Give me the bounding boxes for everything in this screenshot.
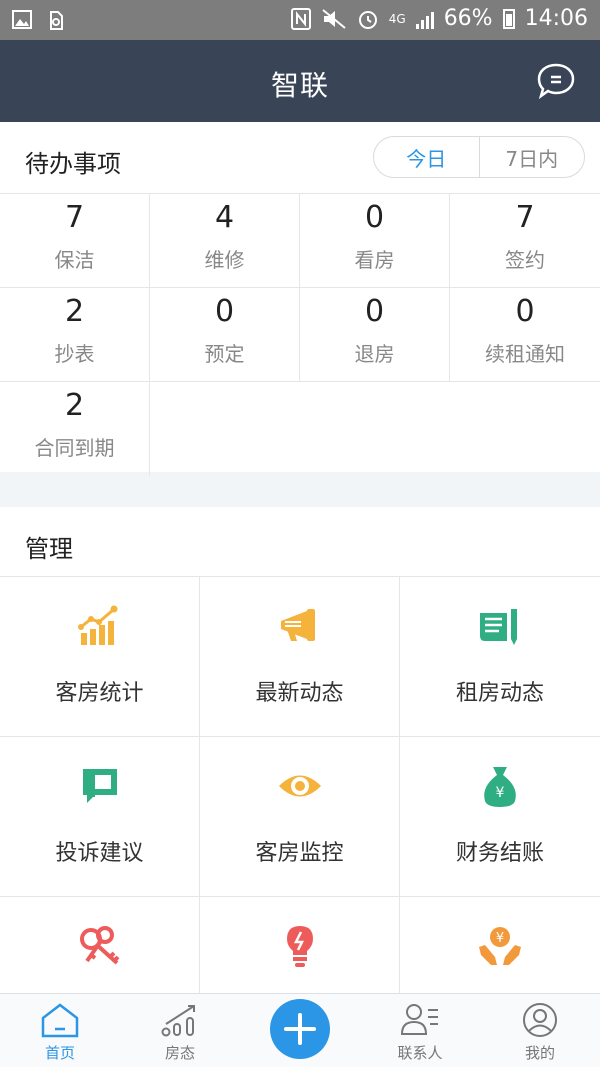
battery-icon: [502, 8, 515, 29]
date-range-toggle: 今日 7日内: [373, 136, 585, 178]
gallery-notification-icon: [12, 9, 32, 31]
tab-home[interactable]: 首页: [20, 994, 100, 1067]
todo-label: 维修: [204, 248, 245, 272]
yen-hands-icon: ¥: [479, 927, 521, 965]
todo-label: 签约: [505, 248, 545, 272]
battery-percent: 66%: [443, 6, 493, 31]
manage-item-finance[interactable]: ¥ 财务结账: [400, 737, 600, 897]
manage-item-room-stats[interactable]: 客房统计: [0, 577, 200, 737]
manage-item-label: 客房监控: [255, 841, 344, 866]
todo-count: 4: [214, 200, 235, 235]
signal-icon: [415, 9, 434, 29]
money-bag-icon: ¥: [484, 767, 516, 807]
tab-label: 我的: [524, 1044, 555, 1062]
todo-item-cleaning[interactable]: 7 保洁: [0, 194, 150, 288]
todo-item-renewal-notice[interactable]: 0 续租通知: [450, 288, 600, 382]
manage-item-lighting[interactable]: [200, 897, 400, 993]
todo-item-contract-expiry[interactable]: 2 合同到期: [0, 382, 150, 476]
manage-title: 管理: [25, 535, 73, 563]
todo-item-checkout[interactable]: 0 退房: [300, 288, 450, 382]
manage-item-label: 客房统计: [55, 681, 144, 706]
todo-label: 退房: [354, 342, 395, 366]
todo-count: 2: [64, 388, 85, 423]
todo-panel: 待办事项 今日 7日内 7 保洁 4 维修 0 看房 7 签约 2 抄表 0 预…: [0, 122, 600, 476]
manage-item-payments[interactable]: ¥: [400, 897, 600, 993]
todo-label: 预定: [204, 342, 245, 366]
tab-room-status[interactable]: 房态: [140, 994, 220, 1067]
svg-text:¥: ¥: [496, 931, 504, 946]
page-title: 智联: [270, 69, 329, 102]
tab-mine[interactable]: 我的: [500, 994, 580, 1067]
todo-label: 看房: [354, 248, 395, 272]
todo-count: 2: [64, 294, 85, 329]
manage-item-room-monitor[interactable]: 客房监控: [200, 737, 400, 897]
eye-icon: [279, 775, 321, 797]
todo-count: 0: [364, 200, 385, 235]
chat-bubble-icon: [537, 63, 575, 100]
app-header: 智联: [0, 40, 600, 122]
todo-label: 抄表: [54, 342, 95, 366]
room-status-icon: [161, 1005, 195, 1037]
tab-contacts[interactable]: 联系人: [380, 994, 460, 1067]
recycle-notification-icon: [46, 9, 66, 31]
manage-item-latest-news[interactable]: 最新动态: [200, 577, 400, 737]
mute-icon: [322, 8, 346, 29]
todo-item-signing[interactable]: 7 签约: [450, 194, 600, 288]
tab-label: 联系人: [397, 1044, 443, 1062]
manage-item-label: 租房动态: [455, 681, 544, 706]
tab-label: 首页: [44, 1044, 75, 1062]
tab-label: 房态: [164, 1044, 195, 1062]
status-bar: 4G 66% 14:06: [0, 0, 600, 40]
todo-count: 7: [515, 200, 535, 235]
manage-item-complaints[interactable]: 投诉建议: [0, 737, 200, 897]
todo-item-meter-reading[interactable]: 2 抄表: [0, 288, 150, 382]
todo-count: 0: [515, 294, 535, 329]
message-button[interactable]: [536, 62, 576, 100]
profile-icon: [523, 1003, 557, 1037]
alarm-icon: [358, 10, 377, 29]
todo-title: 待办事项: [25, 150, 121, 178]
todo-count: 7: [64, 200, 85, 235]
todo-item-repair[interactable]: 4 维修: [150, 194, 300, 288]
tab-today[interactable]: 今日: [374, 137, 480, 177]
todo-header: 待办事项 今日 7日内: [0, 122, 600, 194]
todo-label: 保洁: [54, 248, 95, 272]
feedback-icon: [83, 769, 117, 803]
lightbulb-icon: [287, 926, 313, 967]
document-pen-icon: [480, 609, 517, 645]
tab-7days[interactable]: 7日内: [480, 137, 585, 177]
todo-label: 合同到期: [34, 436, 115, 460]
manage-item-keys[interactable]: [0, 897, 200, 993]
todo-count: 0: [214, 294, 235, 329]
svg-text:¥: ¥: [496, 785, 505, 801]
manage-item-label: 最新动态: [255, 681, 344, 706]
status-time: 14:06: [524, 6, 588, 31]
manage-item-rental-news[interactable]: 租房动态: [400, 577, 600, 737]
todo-item-viewing[interactable]: 0 看房: [300, 194, 450, 288]
manage-item-label: 财务结账: [455, 841, 544, 866]
manage-panel: 管理 客房统计 最新动态 租房动态 投诉建议 客房监控 ¥ 财务结账 ¥: [0, 507, 600, 993]
keys-icon: [80, 926, 120, 965]
network-type: 4G: [388, 11, 406, 26]
manage-header: 管理: [0, 507, 600, 577]
add-button[interactable]: [270, 999, 330, 1059]
nfc-icon: [290, 7, 311, 30]
contacts-icon: [400, 1004, 438, 1035]
bottom-tab-bar: 首页 房态 联系人 我的: [0, 993, 600, 1067]
todo-item-reservation[interactable]: 0 预定: [150, 288, 300, 382]
home-icon: [41, 1003, 79, 1038]
todo-label: 续租通知: [485, 342, 565, 366]
todo-count: 0: [364, 294, 385, 329]
megaphone-icon: [281, 609, 315, 641]
bar-chart-icon: [78, 605, 118, 645]
manage-item-label: 投诉建议: [55, 841, 144, 866]
